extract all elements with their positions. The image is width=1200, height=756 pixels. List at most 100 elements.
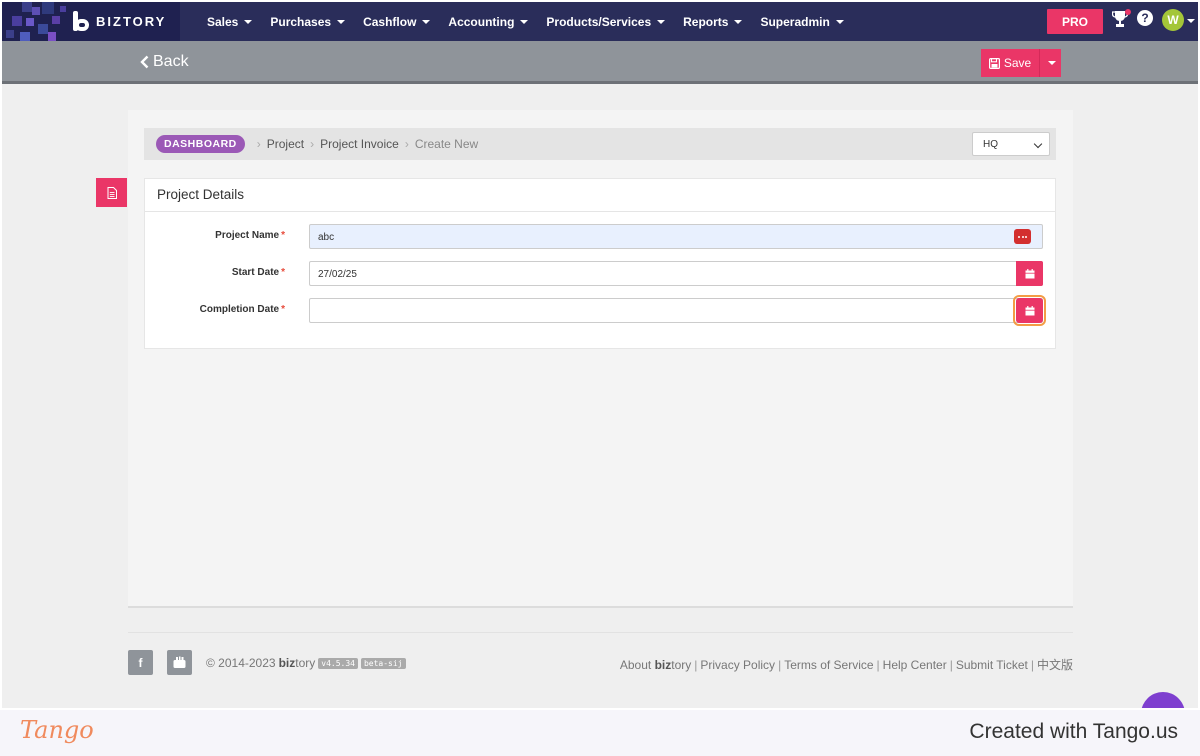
version-badge: v4.5.34 (318, 657, 358, 669)
completion-date-calendar-button[interactable] (1013, 295, 1046, 326)
youtube-glyph (173, 656, 186, 668)
save-label: Save (1003, 56, 1032, 70)
link-separator: | (949, 658, 953, 672)
required-mark: * (281, 267, 285, 278)
breadcrumb-current: Create New (414, 137, 479, 151)
link-separator: | (694, 658, 698, 672)
link-separator: | (778, 658, 782, 672)
about-prefix: About (619, 658, 652, 672)
completion-date-row: Completion Date * (145, 295, 1057, 326)
completion-date-label: Completion Date * (200, 304, 285, 315)
calendar-icon (1025, 268, 1034, 278)
copyright-text: © 2014-2023 (206, 656, 276, 670)
chat-widget-button[interactable] (1141, 692, 1185, 708)
start-date-label-text: Start Date (231, 267, 280, 278)
document-tab[interactable] (96, 178, 127, 207)
logo-area[interactable]: BIZTORY (2, 2, 180, 41)
project-name-input[interactable]: abc (309, 224, 1043, 249)
link-separator: | (876, 658, 880, 672)
chevron-down-icon (1033, 139, 1043, 149)
caret-down-icon (835, 19, 844, 24)
submit-ticket-link[interactable]: Submit Ticket (956, 658, 1028, 672)
breadcrumb-project[interactable]: Project (267, 137, 304, 151)
footer-brand: biztory (279, 656, 316, 670)
nav-superadmin-label: Superadmin (760, 14, 830, 29)
nav-products-services[interactable]: Products/Services (546, 14, 666, 29)
nav-cashflow[interactable]: Cashflow (363, 14, 431, 29)
user-avatar[interactable]: W (1162, 9, 1184, 31)
tango-watermark-bar: Tango Created with Tango.us (0, 710, 1200, 756)
app-window: BIZTORY Sales Purchases Cashflow Account… (2, 2, 1198, 708)
breadcrumb-chevron-icon: › (256, 137, 261, 151)
tango-logo: Tango (20, 716, 94, 744)
terms-link[interactable]: Terms of Service (784, 658, 873, 672)
footer-brand-bold: biz (278, 656, 296, 670)
completion-date-input[interactable] (309, 298, 1043, 323)
copyright: © 2014-2023 biztory v4.5.34 beta-sij (206, 656, 406, 670)
start-date-input[interactable]: 27/02/25 (309, 261, 1043, 286)
help-icon[interactable]: ? (1137, 10, 1153, 26)
breadcrumb: DASHBOARD › Project › Project Invoice › … (144, 128, 1056, 160)
branch-select-value: HQ (983, 138, 998, 150)
youtube-icon[interactable] (167, 650, 192, 675)
tango-credit: Created with Tango.us (969, 720, 1178, 743)
caret-down-icon (422, 19, 431, 24)
privacy-policy-link[interactable]: Privacy Policy (700, 658, 775, 672)
help-center-link[interactable]: Help Center (883, 658, 947, 672)
nav-accounting-label: Accounting (448, 14, 515, 29)
caret-down-icon (1047, 61, 1056, 65)
required-mark: * (281, 230, 285, 241)
caret-down-icon (337, 19, 346, 24)
start-date-row: Start Date * 27/02/25 (145, 261, 1057, 286)
caret-down-icon (520, 19, 529, 24)
about-link[interactable]: About biztory (620, 658, 691, 672)
save-button[interactable]: Save (981, 49, 1039, 77)
nav-reports[interactable]: Reports (683, 15, 743, 29)
facebook-icon[interactable]: f (128, 650, 153, 675)
footer-divider (128, 632, 1073, 633)
caret-down-icon (244, 19, 253, 24)
main-panel: DASHBOARD › Project › Project Invoice › … (128, 110, 1073, 608)
caret-down-icon (734, 19, 743, 24)
chinese-language-link[interactable]: 中文版 (1037, 658, 1073, 672)
nav-purchases-label: Purchases (270, 14, 332, 29)
required-mark: * (281, 304, 285, 315)
footer-brand-rest: tory (295, 656, 316, 670)
nav-cashflow-label: Cashflow (363, 14, 417, 29)
project-name-label: Project Name * (215, 230, 285, 241)
breadcrumb-chevron-icon: › (404, 137, 409, 151)
start-date-label: Start Date * (232, 267, 285, 278)
build-badge: beta-sij (360, 657, 406, 669)
brand-name: BIZTORY (96, 13, 167, 29)
more-options-icon[interactable] (1014, 229, 1031, 244)
nav-purchases[interactable]: Purchases (270, 14, 346, 29)
link-separator: | (1030, 658, 1034, 672)
nav-superadmin[interactable]: Superadmin (760, 14, 844, 29)
project-name-label-text: Project Name (215, 230, 280, 241)
chevron-left-icon (140, 55, 149, 69)
nav-products-services-label: Products/Services (546, 14, 652, 29)
project-details-card: Project Details Project Name * abc Start … (144, 178, 1056, 349)
nav-accounting[interactable]: Accounting (448, 14, 529, 29)
back-label: Back (153, 53, 189, 70)
about-brand-bold: biz (654, 658, 672, 672)
breadcrumb-dashboard[interactable]: DASHBOARD (156, 135, 245, 153)
biztory-logo-icon (70, 10, 92, 32)
caret-down-icon (657, 19, 666, 24)
nav-sales-label: Sales (207, 14, 239, 29)
action-bar: Back Save (2, 41, 1198, 84)
document-icon (107, 186, 117, 199)
breadcrumb-project-invoice[interactable]: Project Invoice (320, 137, 399, 151)
save-options-dropdown[interactable] (1039, 49, 1061, 77)
avatar-caret-icon[interactable] (1187, 19, 1195, 23)
branch-select[interactable]: HQ (972, 132, 1050, 156)
pro-button[interactable]: PRO (1047, 9, 1103, 34)
completion-date-label-text: Completion Date (199, 304, 280, 315)
start-date-calendar-button[interactable] (1016, 261, 1043, 286)
floppy-disk-icon (988, 57, 1000, 69)
nav-sales[interactable]: Sales (207, 14, 253, 29)
about-brand-rest: tory (671, 658, 692, 672)
biztory-logo: BIZTORY (70, 10, 166, 32)
notification-dot (1125, 9, 1131, 15)
back-button[interactable]: Back (140, 53, 189, 71)
